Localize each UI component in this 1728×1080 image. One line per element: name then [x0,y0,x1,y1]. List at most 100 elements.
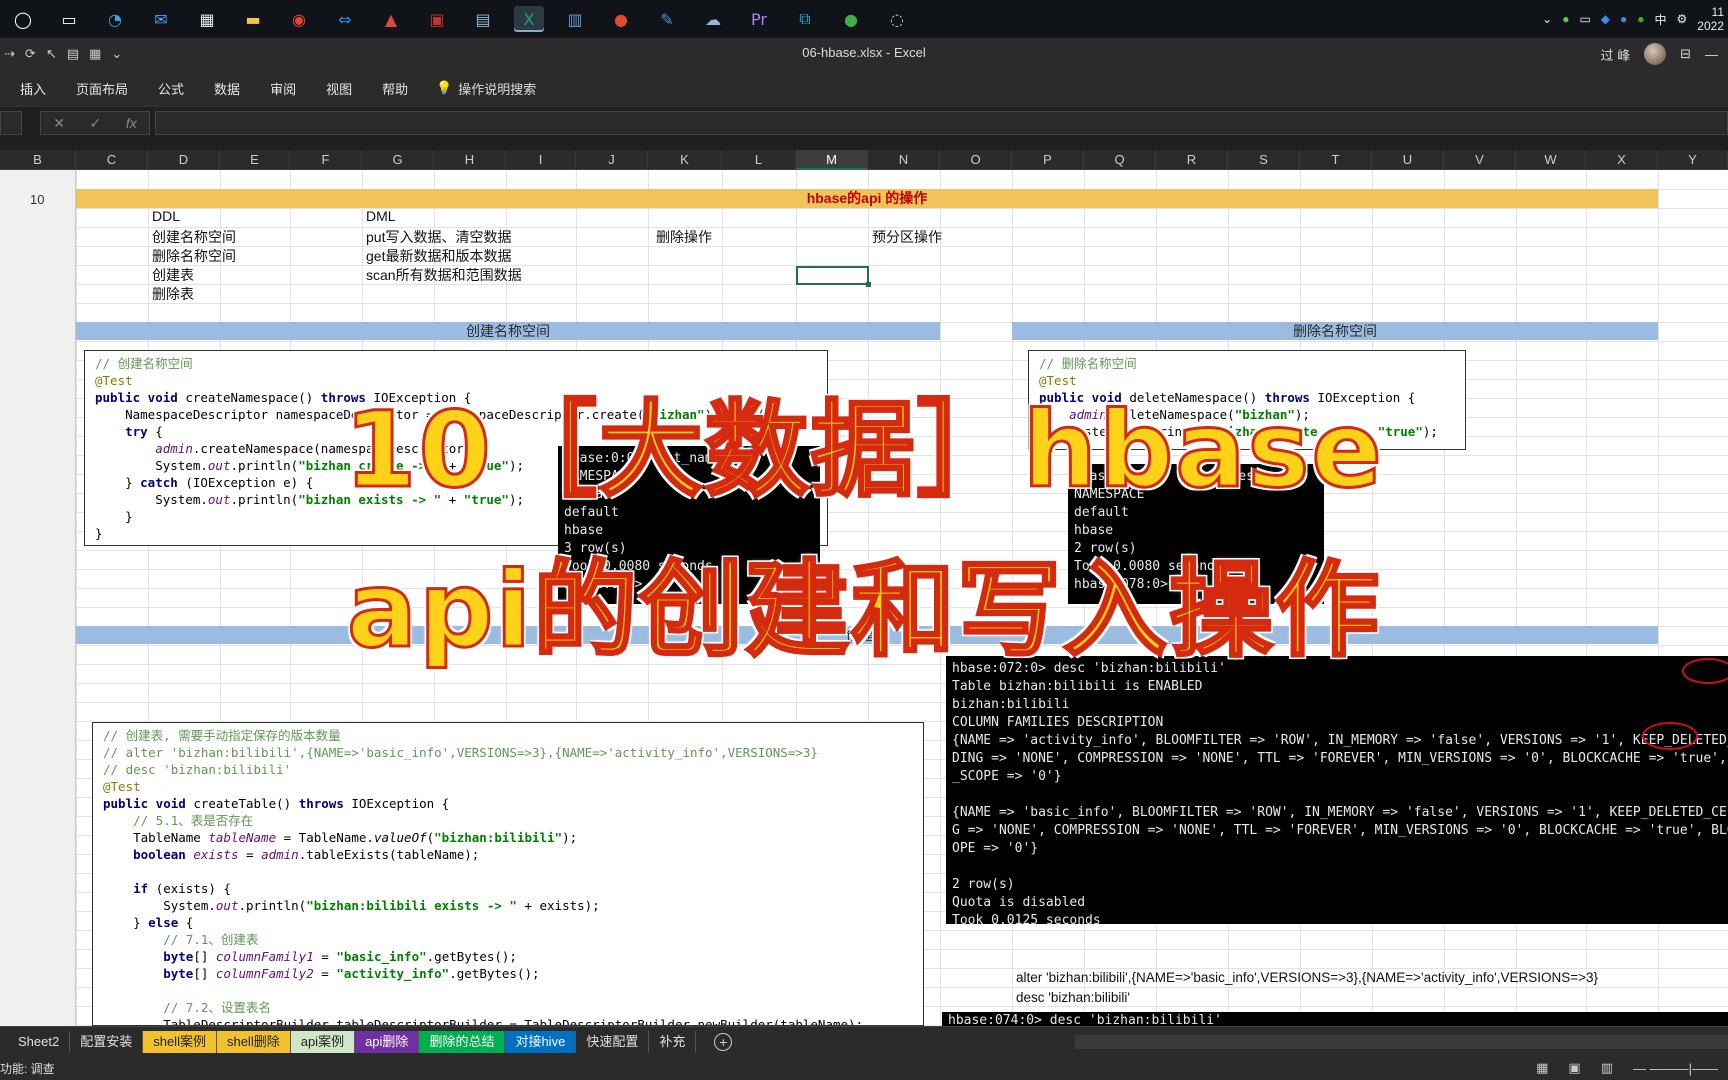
alter-command-cell[interactable]: alter 'bizhan:bilibili',{NAME=>'basic_in… [1016,970,1598,985]
bluetooth-icon[interactable]: ● [1620,12,1627,26]
column-header-d[interactable]: D [148,150,220,170]
app-icon[interactable]: ▥ [560,6,590,32]
app-icon[interactable]: ✎ [652,6,682,32]
column-header-f[interactable]: F [290,150,362,170]
app-icon[interactable]: ● [836,6,866,32]
ribbon-display-icon[interactable]: ⊟ [1680,46,1691,62]
clock[interactable]: 11 2022 [1697,5,1724,33]
app-icon[interactable]: ● [606,6,636,32]
sheet-tab[interactable]: 补充 [649,1030,697,1053]
tab-insert[interactable]: 插入 [20,79,46,98]
app-icon[interactable]: ▣ [422,6,452,32]
refresh-icon[interactable]: ⟳ [25,46,36,62]
format-painter-icon[interactable]: ▤ [67,46,79,62]
terminal-list-namespace-after-delete[interactable]: hbase:077:0> list_namespace NAMESPACE de… [1068,464,1324,604]
task-view-icon[interactable]: ▭ [54,6,84,32]
code-delete-namespace[interactable]: // 删除名称空间 @Test public void deleteNamesp… [1028,350,1466,450]
tab-page-layout[interactable]: 页面布局 [76,79,128,98]
chevron-up-icon[interactable]: ⌄ [1542,12,1552,26]
cancel-icon[interactable]: ✕ [53,115,65,132]
terminal-list-namespace[interactable]: hbase:0:0> list_namespace NAMESPACE bizh… [558,446,820,604]
app-tray-icon[interactable]: ◆ [1601,12,1610,26]
column-header-e[interactable]: E [220,150,290,170]
ddl-item[interactable]: 创建表 [152,265,194,285]
explorer-icon[interactable]: ▬ [238,6,268,32]
excel-icon[interactable]: X [514,6,544,32]
store-icon[interactable]: ▦ [192,6,222,32]
ime-label[interactable]: 中 [1655,11,1667,28]
qat-more-icon[interactable]: ⌄ [111,46,122,62]
enter-icon[interactable]: ✓ [90,115,102,132]
pointer-icon[interactable]: ↖ [46,46,57,62]
column-header-r[interactable]: R [1156,150,1228,170]
monitor-icon[interactable]: ▭ [1579,12,1590,26]
column-header-v[interactable]: V [1444,150,1516,170]
row-number[interactable]: 10 [30,192,44,207]
user-name[interactable]: 过 峰 [1600,45,1630,64]
terminal-desc-table-2[interactable]: hbase:074:0> desc 'bizhan:bilibili' [942,1012,1728,1026]
dml-item[interactable]: put写入数据、清空数据 [366,227,511,247]
column-header-q[interactable]: Q [1084,150,1156,170]
avatar[interactable] [1644,43,1667,65]
sheet-tab[interactable]: shell案例 [143,1030,217,1053]
ddl-item[interactable]: 删除名称空间 [152,246,236,266]
sheet-tab[interactable]: 删除的总结 [419,1030,506,1053]
column-header-p[interactable]: P [1012,150,1084,170]
sheet-tab[interactable]: api案例 [290,1030,356,1053]
ddl-header[interactable]: DDL [152,208,180,224]
start-icon[interactable]: ◯ [8,6,38,32]
insert-function-button[interactable]: fx [126,115,137,131]
app-icon[interactable]: ☁ [698,6,728,32]
column-header-w[interactable]: W [1516,150,1586,170]
column-header-b[interactable]: B [0,150,76,170]
zoom-slider[interactable]: — ———|—— [1633,1061,1718,1076]
teamviewer-icon[interactable]: ⇔ [330,6,360,32]
column-header-l[interactable]: L [722,150,796,170]
code-create-table[interactable]: // 创建表, 需要手动指定保存的版本数量 // alter 'bizhan:b… [92,722,924,1026]
column-header-s[interactable]: S [1228,150,1300,170]
tab-formulas[interactable]: 公式 [158,79,184,98]
tab-help[interactable]: 帮助 [382,79,408,98]
name-box[interactable] [0,111,22,135]
sheet-tab[interactable]: 配置安装 [70,1030,144,1053]
column-header-x[interactable]: X [1586,150,1658,170]
column-header-u[interactable]: U [1372,150,1444,170]
app-icon[interactable]: ◌ [882,6,912,32]
normal-view-icon[interactable]: ▦ [1536,1060,1548,1076]
tell-me-search[interactable]: 操作说明搜索 [458,79,536,98]
formula-input[interactable] [155,111,1728,135]
column-header-h[interactable]: H [434,150,506,170]
app-icon[interactable]: ▤ [468,6,498,32]
dml-item[interactable]: get最新数据和版本数据 [366,246,511,266]
desc-command-cell[interactable]: desc 'bizhan:bilibili' [1016,990,1130,1005]
horizontal-scrollbar[interactable] [1075,1035,1728,1049]
premiere-icon[interactable]: Pr [744,6,774,32]
minimize-icon[interactable]: — [1705,47,1718,62]
column-header-c[interactable]: C [76,150,148,170]
wifi-icon[interactable]: ● [1562,12,1569,26]
sheet-tab[interactable]: 快速配置 [576,1030,650,1053]
column-header-m[interactable]: M [796,150,868,170]
column-header-i[interactable]: I [506,150,576,170]
settings-icon[interactable]: ⚙ [1677,12,1688,26]
column-header-j[interactable]: J [576,150,648,170]
delete-op-cell[interactable]: 删除操作 [656,227,712,247]
worksheet-grid[interactable]: 10 hbase的api 的操作 DDL DML 创建名称空间 删除名称空间 创… [0,170,1728,1026]
ddl-item[interactable]: 创建名称空间 [152,227,236,247]
dml-item[interactable]: scan所有数据和范围数据 [366,265,522,285]
chrome-icon[interactable]: ◉ [284,6,314,32]
column-header-y[interactable]: Y [1658,150,1728,170]
dml-header[interactable]: DML [366,208,396,224]
mail-icon[interactable]: ✉ [146,6,176,32]
tab-view[interactable]: 视图 [326,79,352,98]
column-header-n[interactable]: N [868,150,940,170]
app-icon[interactable]: ⧉ [790,6,820,32]
column-header-t[interactable]: T [1300,150,1372,170]
customize-icon[interactable]: ⇢ [4,46,15,62]
terminal-desc-table[interactable]: hbase:072:0> desc 'bizhan:bilibili' Tabl… [946,656,1728,924]
selected-cell[interactable] [796,266,871,287]
tab-data[interactable]: 数据 [214,79,240,98]
page-layout-view-icon[interactable]: ▣ [1568,1060,1580,1076]
sheet-tab[interactable]: api删除 [355,1030,420,1053]
add-sheet-icon[interactable]: + [714,1032,733,1051]
